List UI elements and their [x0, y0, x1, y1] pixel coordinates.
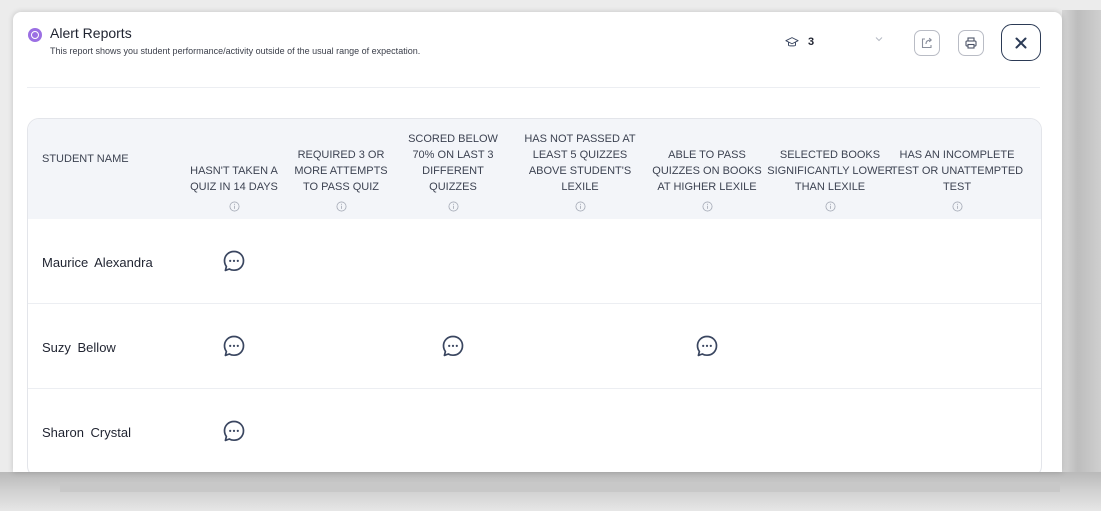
info-icon[interactable]: [952, 201, 963, 212]
alert-comment-icon[interactable]: [222, 334, 246, 358]
column-header-1: HASN'T TAKEN A QUIZ IN 14 DAYS: [184, 119, 284, 219]
column-header-3: SCORED BELOW 70% ON LAST 3 DIFFERENT QUI…: [399, 119, 507, 219]
alert-comment-icon[interactable]: [222, 249, 246, 273]
column-header-student-name: STUDENT NAME: [42, 153, 129, 165]
column-header-7: HAS AN INCOMPLETE TEST OR UNATTEMPTED TE…: [888, 119, 1026, 219]
print-button[interactable]: [958, 30, 984, 56]
page-title: Alert Reports: [50, 25, 132, 41]
column-header-2: REQUIRED 3 OR MORE ATTEMPTS TO PASS QUIZ: [291, 119, 391, 219]
info-icon[interactable]: [575, 201, 586, 212]
header-divider: [27, 87, 1040, 88]
column-header-label: ABLE TO PASS QUIZZES ON BOOKS AT HIGHER …: [652, 149, 762, 193]
chevron-down-icon: [875, 37, 883, 42]
export-button[interactable]: [914, 30, 940, 56]
table-row: Sharon Crystal: [28, 389, 1041, 472]
close-icon: [1015, 37, 1027, 48]
column-header-5: ABLE TO PASS QUIZZES ON BOOKS AT HIGHER …: [647, 119, 767, 219]
info-icon[interactable]: [448, 201, 459, 212]
column-header-label: SCORED BELOW 70% ON LAST 3 DIFFERENT QUI…: [408, 133, 498, 193]
alert-report-icon: [28, 28, 42, 42]
column-header-label: SELECTED BOOKS SIGNIFICANTLY LOWER THAN …: [767, 149, 893, 193]
column-header-label: HASN'T TAKEN A QUIZ IN 14 DAYS: [190, 165, 278, 193]
table-header: STUDENT NAME HASN'T TAKEN A QUIZ IN 14 D…: [28, 119, 1041, 219]
info-icon[interactable]: [229, 201, 240, 212]
alert-reports-modal: Alert Reports This report shows you stud…: [13, 12, 1062, 472]
graduation-cap-icon: [785, 37, 799, 47]
info-icon[interactable]: [702, 201, 713, 212]
alert-comment-icon[interactable]: [222, 419, 246, 443]
column-header-label: HAS AN INCOMPLETE TEST OR UNATTEMPTED TE…: [890, 149, 1024, 193]
page-subtitle: This report shows you student performanc…: [50, 46, 421, 56]
column-header-label: REQUIRED 3 OR MORE ATTEMPTS TO PASS QUIZ: [294, 149, 388, 193]
backdrop-right: [1062, 10, 1101, 490]
table-row: Maurice Alexandra: [28, 219, 1041, 304]
modal-header: Alert Reports This report shows you stud…: [13, 12, 1062, 88]
backdrop-bottom-band: [60, 482, 1060, 492]
column-header-4: HAS NOT PASSED AT LEAST 5 QUIZZES ABOVE …: [516, 119, 644, 219]
column-header-6: SELECTED BOOKS SIGNIFICANTLY LOWER THAN …: [760, 119, 900, 219]
student-name: Suzy Bellow: [42, 340, 116, 355]
student-name: Maurice Alexandra: [42, 255, 153, 270]
alert-comment-icon[interactable]: [441, 334, 465, 358]
close-button[interactable]: [1001, 24, 1041, 61]
grade-selector[interactable]: 3: [785, 32, 895, 52]
export-icon: [921, 37, 933, 49]
table-row: Suzy Bellow: [28, 304, 1041, 389]
alert-comment-icon[interactable]: [695, 334, 719, 358]
info-icon[interactable]: [825, 201, 836, 212]
grade-value: 3: [808, 36, 815, 48]
alert-table: STUDENT NAME HASN'T TAKEN A QUIZ IN 14 D…: [27, 118, 1042, 472]
column-header-label: HAS NOT PASSED AT LEAST 5 QUIZZES ABOVE …: [524, 133, 636, 193]
print-icon: [965, 37, 977, 49]
info-icon[interactable]: [336, 201, 347, 212]
student-name: Sharon Crystal: [42, 425, 131, 440]
